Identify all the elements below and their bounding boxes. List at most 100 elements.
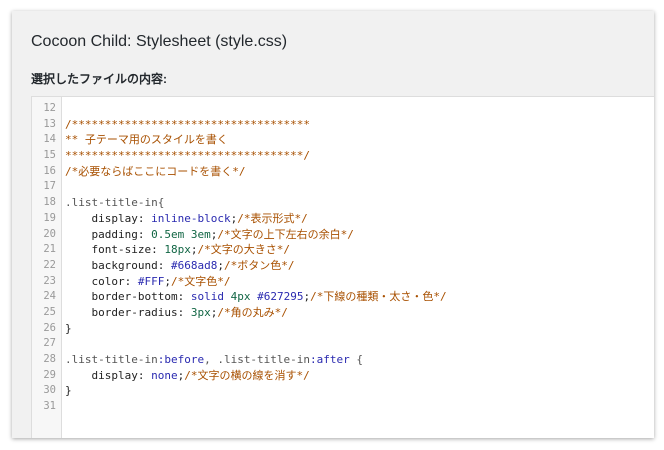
code-text: /*必要ならばここにコードを書く*/ (65, 164, 246, 180)
code-text: ** 子テーマ用のスタイルを書く (65, 132, 228, 148)
code-text: padding: 0.5em 3em;/*文字の上下左右の余白*/ (65, 227, 354, 243)
code-token: inline-block (151, 211, 231, 225)
code-token: /*文字の横の線を消す*/ (184, 368, 310, 382)
code-token: ** 子テーマ用のスタイルを書く (65, 133, 228, 147)
code-line[interactable]: 13 /************************************ (32, 117, 654, 133)
code-token: /*角の丸み*/ (217, 305, 288, 319)
code-text: color: #FFF;/*文字色*/ (65, 274, 230, 290)
code-text: border-radius: 3px;/*角の丸み*/ (65, 305, 288, 321)
code-text: .list-title-in{ (65, 195, 164, 211)
line-number: 16 (43, 164, 56, 177)
page-title: Cocoon Child: Stylesheet (style.css) (31, 33, 288, 50)
code-token: color: (65, 274, 138, 288)
code-token: 18px (164, 243, 191, 257)
code-token: } (65, 384, 72, 398)
code-line[interactable]: 24 border-bottom: solid 4px #627295;/*下線… (32, 289, 654, 305)
line-number: 22 (43, 258, 56, 271)
code-line[interactable]: 28 .list-title-in:before, .list-title-in:… (32, 352, 654, 368)
file-contents-label: 選択したファイルの内容: (31, 72, 167, 86)
code-text: display: inline-block;/*表示形式*/ (65, 211, 308, 227)
line-number: 27 (43, 337, 56, 350)
line-number: 25 (43, 305, 56, 318)
code-line[interactable]: 25 border-radius: 3px;/*角の丸み*/ (32, 305, 654, 321)
code-token: border-radius: (65, 305, 191, 319)
code-line[interactable]: 18 .list-title-in{ (32, 195, 654, 211)
code-text: } (65, 383, 72, 399)
line-number: 29 (43, 368, 56, 381)
code-token: none (151, 368, 178, 382)
code-text: ************************************/ (65, 148, 310, 164)
stylesheet-panel: Cocoon Child: Stylesheet (style.css) 選択し… (12, 11, 654, 438)
code-token: #627295 (257, 290, 304, 304)
code-token: /************************************ (65, 117, 311, 131)
line-number: 15 (43, 149, 56, 162)
code-token: /*表示形式*/ (237, 211, 308, 225)
code-token: } (65, 321, 72, 335)
line-number: 14 (43, 133, 56, 146)
line-number: 19 (43, 211, 56, 224)
line-number: 28 (43, 353, 56, 365)
code-token: #FFF (137, 274, 165, 288)
code-token: padding: (65, 227, 152, 241)
code-token: font-size: (65, 243, 165, 257)
code-token: .list-title-in (65, 353, 158, 366)
code-token: /*文字の大きさ*/ (197, 243, 290, 257)
code-line[interactable]: 16 /*必要ならばここにコードを書く*/ (32, 164, 654, 180)
line-number: 30 (43, 384, 56, 397)
code-line[interactable]: 26} (32, 321, 654, 337)
code-token: /*文字色*/ (170, 274, 231, 288)
code-lines: 12 13 /***********************************… (32, 101, 654, 415)
line-number: 18 (43, 196, 56, 209)
code-token: /*下線の種類・太さ・色*/ (310, 290, 447, 304)
code-token: 4px (230, 290, 258, 304)
line-number: 24 (43, 290, 56, 303)
code-token: /*文字の上下左右の余白*/ (217, 227, 354, 241)
line-number: 31 (43, 400, 56, 413)
code-token: .list-title-in{ (65, 196, 165, 210)
code-line[interactable]: 31 (32, 399, 654, 415)
code-token: { (349, 353, 364, 366)
code-text: font-size: 18px;/*文字の大きさ*/ (65, 242, 290, 258)
code-token: #668ad8 (170, 258, 218, 272)
line-number: 21 (43, 243, 56, 256)
code-editor[interactable]: 12 13 /***********************************… (31, 96, 654, 438)
code-line[interactable]: 21 font-size: 18px;/*文字の大きさ*/ (32, 242, 654, 258)
code-line[interactable]: 19 display: inline-block;/*表示形式*/ (32, 211, 654, 227)
code-token: display: (65, 211, 152, 225)
code-line[interactable]: 22 background: #668ad8;/*ボタン色*/ (32, 258, 654, 274)
code-token: ************************************/ (65, 149, 311, 163)
code-token: /*ボタン色*/ (223, 258, 295, 272)
code-text: border-bottom: solid 4px #627295;/*下線の種類… (65, 289, 447, 305)
code-line[interactable]: 29 display: none;/*文字の横の線を消す*/ (32, 368, 654, 384)
code-token: background: (65, 258, 171, 272)
line-number: 17 (43, 180, 56, 193)
code-line[interactable]: 15 ************************************/ (32, 148, 654, 164)
code-line[interactable]: 30} (32, 383, 654, 399)
code-line[interactable]: 12 (32, 101, 654, 117)
code-line[interactable]: 20 padding: 0.5em 3em;/*文字の上下左右の余白*/ (32, 227, 654, 243)
code-text: display: none;/*文字の横の線を消す*/ (65, 368, 310, 384)
code-text: background: #668ad8;/*ボタン色*/ (65, 258, 294, 274)
code-token: /*必要ならばここにコードを書く*/ (65, 164, 246, 178)
code-token: :before (157, 353, 205, 366)
code-line[interactable]: 17 (32, 179, 654, 195)
line-number: 13 (43, 117, 56, 130)
code-text: } (65, 321, 72, 337)
code-token: ; (217, 258, 224, 272)
code-token: solid (190, 290, 231, 304)
code-token: ; (164, 274, 171, 288)
code-token: 3px (190, 305, 211, 319)
code-token: 0.5em 3em (151, 227, 211, 241)
code-line[interactable]: 27 (32, 336, 654, 352)
code-line[interactable]: 23 color: #FFF;/*文字色*/ (32, 274, 654, 290)
code-token: border-bottom: (65, 290, 191, 304)
code-text: .list-title-in:before, .list-title-in:af… (65, 352, 363, 368)
code-token: display: (65, 368, 152, 382)
code-token: :after (310, 353, 350, 366)
line-number: 20 (43, 227, 56, 240)
code-text: /************************************ (65, 117, 310, 133)
code-line[interactable]: 14 ** 子テーマ用のスタイルを書く (32, 132, 654, 148)
code-token: , .list-title-in (204, 353, 311, 366)
line-number: 12 (43, 102, 56, 114)
line-number: 23 (43, 274, 56, 287)
